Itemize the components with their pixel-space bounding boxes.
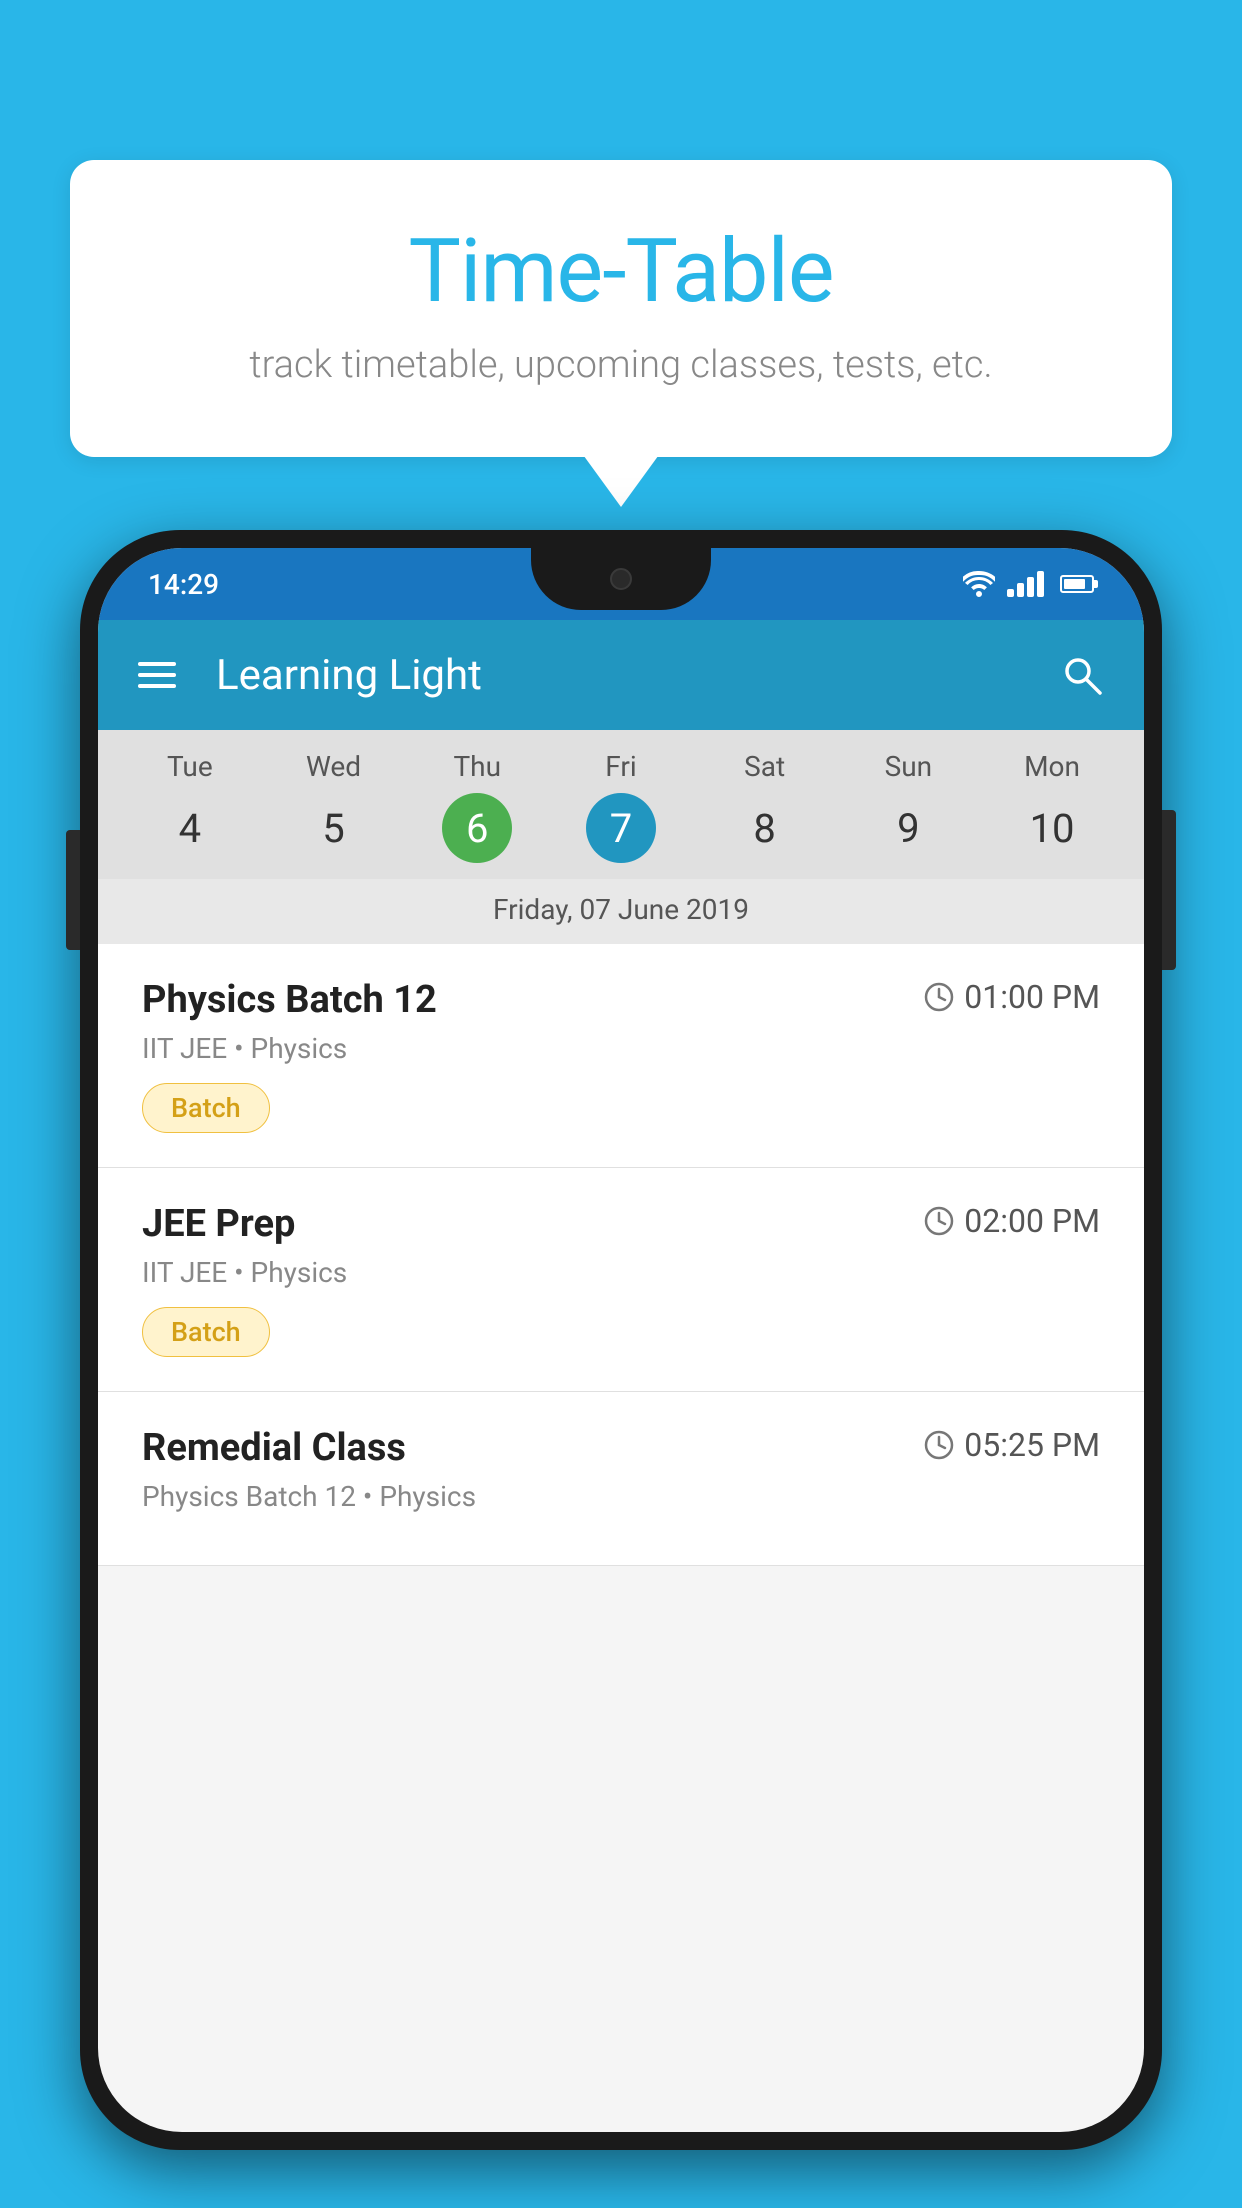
notch (531, 548, 711, 610)
day-col-wed[interactable]: Wed 5 (299, 750, 369, 863)
signal-bars (1007, 571, 1044, 597)
schedule-subtitle-2: IIT JEE • Physics (142, 1256, 1100, 1289)
schedule-row-top-3: Remedial Class 05:25 PM (142, 1426, 1100, 1470)
clock-icon-2 (924, 1206, 954, 1236)
wifi-icon (963, 571, 995, 597)
clock-icon-1 (924, 982, 954, 1012)
day-label-fri: Fri (605, 750, 636, 783)
schedule-row-top-1: Physics Batch 12 01:00 PM (142, 978, 1100, 1022)
search-icon[interactable] (1060, 653, 1104, 697)
day-label-tue: Tue (167, 750, 213, 783)
app-title: Learning Light (216, 651, 1030, 700)
day-number-10: 10 (1017, 793, 1087, 863)
bubble-subtitle: track timetable, upcoming classes, tests… (150, 343, 1092, 387)
status-bar: 14:29 (98, 548, 1144, 620)
day-number-6: 6 (442, 793, 512, 863)
day-number-5: 5 (299, 793, 369, 863)
phone-screen: 14:29 (98, 548, 1144, 2132)
day-col-tue[interactable]: Tue 4 (155, 750, 225, 863)
day-label-mon: Mon (1024, 750, 1080, 783)
status-time: 14:29 (148, 568, 219, 601)
schedule-title-1: Physics Batch 12 (142, 978, 437, 1022)
days-row: Tue 4 Wed 5 Thu 6 Fri 7 (98, 750, 1144, 863)
day-number-9: 9 (873, 793, 943, 863)
calendar-header: Tue 4 Wed 5 Thu 6 Fri 7 (98, 730, 1144, 944)
time-text-2: 02:00 PM (964, 1202, 1100, 1240)
batch-tag-1: Batch (142, 1083, 270, 1133)
time-text-1: 01:00 PM (964, 978, 1100, 1016)
day-col-fri[interactable]: Fri 7 (586, 750, 656, 863)
batch-tag-2: Batch (142, 1307, 270, 1357)
phone-outer: 14:29 (80, 530, 1162, 2150)
battery-fill (1064, 579, 1085, 589)
hamburger-line-1 (138, 662, 176, 666)
schedule-subtitle-3: Physics Batch 12 • Physics (142, 1480, 1100, 1513)
day-number-7: 7 (586, 793, 656, 863)
day-col-mon[interactable]: Mon 10 (1017, 750, 1087, 863)
hamburger-line-3 (138, 684, 176, 688)
speech-bubble-container: Time-Table track timetable, upcoming cla… (70, 160, 1172, 457)
selected-date: Friday, 07 June 2019 (98, 879, 1144, 944)
app-bar: Learning Light (98, 620, 1144, 730)
schedule-item-1[interactable]: Physics Batch 12 01:00 PM IIT JEE • Ph (98, 944, 1144, 1168)
day-label-wed: Wed (306, 750, 361, 783)
schedule-title-2: JEE Prep (142, 1202, 295, 1246)
schedule-title-3: Remedial Class (142, 1426, 406, 1470)
schedule-time-3: 05:25 PM (924, 1426, 1100, 1464)
phone-wrapper: 14:29 (80, 530, 1162, 2208)
camera-dot (610, 568, 632, 590)
schedule-subtitle-1: IIT JEE • Physics (142, 1032, 1100, 1065)
hamburger-menu-icon[interactable] (138, 662, 176, 688)
day-col-sat[interactable]: Sat 8 (730, 750, 800, 863)
day-number-8: 8 (730, 793, 800, 863)
day-label-sat: Sat (744, 750, 785, 783)
schedule-item-2[interactable]: JEE Prep 02:00 PM IIT JEE • Physics (98, 1168, 1144, 1392)
schedule-item-3[interactable]: Remedial Class 05:25 PM Physics Batch (98, 1392, 1144, 1566)
schedule-time-2: 02:00 PM (924, 1202, 1100, 1240)
schedule-row-top-2: JEE Prep 02:00 PM (142, 1202, 1100, 1246)
day-col-sun[interactable]: Sun 9 (873, 750, 943, 863)
day-label-thu: Thu (453, 750, 501, 783)
battery-icon (1060, 575, 1094, 593)
day-label-sun: Sun (885, 750, 933, 783)
time-text-3: 05:25 PM (964, 1426, 1100, 1464)
day-number-4: 4 (155, 793, 225, 863)
status-icons (963, 571, 1094, 597)
clock-icon-3 (924, 1430, 954, 1460)
schedule-time-1: 01:00 PM (924, 978, 1100, 1016)
day-col-thu[interactable]: Thu 6 (442, 750, 512, 863)
speech-bubble: Time-Table track timetable, upcoming cla… (70, 160, 1172, 457)
hamburger-line-2 (138, 673, 176, 677)
bubble-title: Time-Table (150, 220, 1092, 323)
phone-inner: 14:29 (98, 548, 1144, 2132)
schedule-list: Physics Batch 12 01:00 PM IIT JEE • Ph (98, 944, 1144, 2132)
